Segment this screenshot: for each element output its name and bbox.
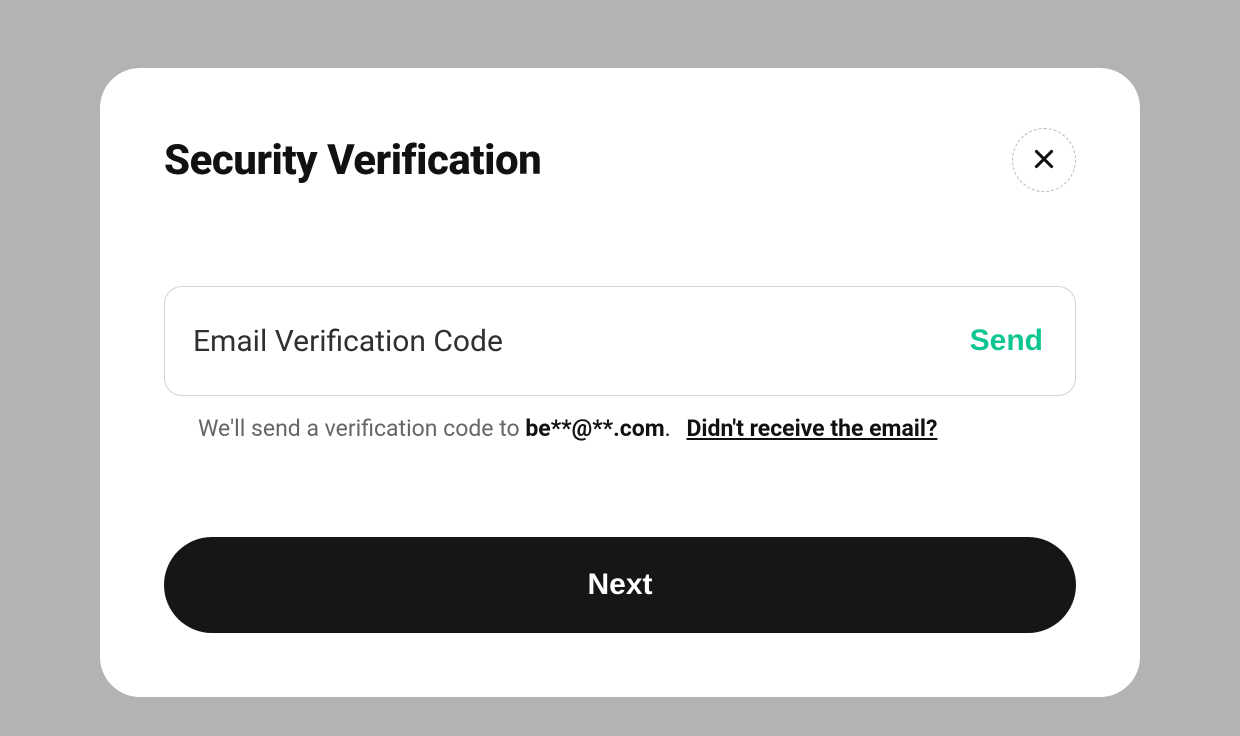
close-button[interactable] xyxy=(1012,128,1076,192)
send-code-button[interactable]: Send xyxy=(970,324,1043,358)
modal-header: Security Verification xyxy=(164,128,1076,192)
verification-code-input-wrap[interactable]: Email Verification Code Send xyxy=(164,286,1076,396)
verification-code-placeholder: Email Verification Code xyxy=(193,324,503,359)
helper-period: . xyxy=(665,415,671,442)
next-button[interactable]: Next xyxy=(164,537,1076,633)
security-verification-modal: Security Verification Email Verification… xyxy=(100,68,1140,697)
didnt-receive-link[interactable]: Didn't receive the email? xyxy=(686,415,937,442)
helper-text: We'll send a verification code to be**@*… xyxy=(164,412,1076,447)
close-icon xyxy=(1031,146,1057,175)
modal-title: Security Verification xyxy=(164,136,541,185)
helper-email: be**@**.com xyxy=(525,415,664,442)
helper-prefix: We'll send a verification code to xyxy=(198,415,525,442)
